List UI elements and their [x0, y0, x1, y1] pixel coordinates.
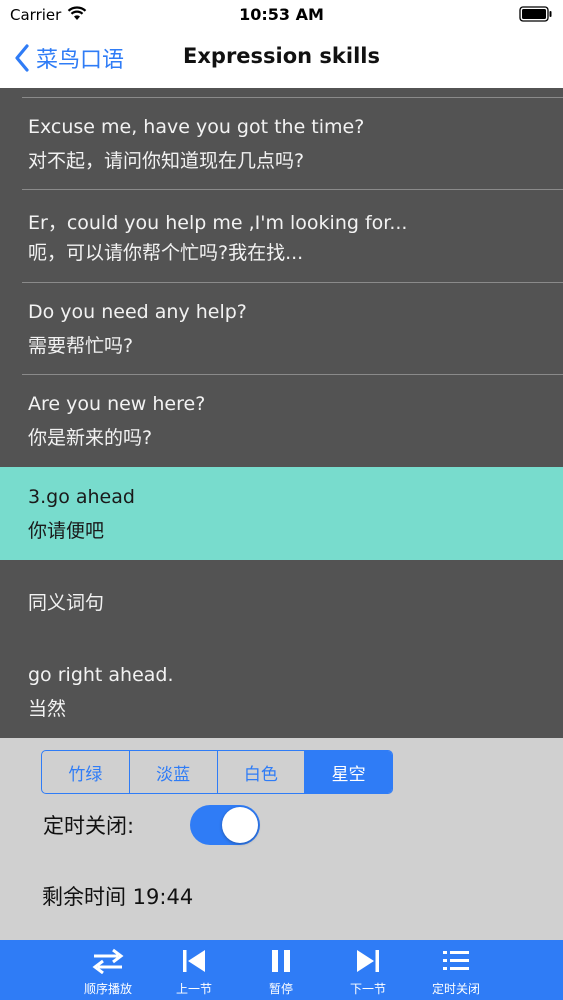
shuffle-order-icon	[92, 948, 124, 974]
order-play-button[interactable]: 顺序播放	[68, 940, 148, 1000]
pause-icon	[272, 950, 290, 972]
playback-toolbar: 顺序播放 上一节 暂停 下一节 定时关闭	[0, 940, 563, 1000]
skip-back-icon	[183, 950, 205, 972]
list-item[interactable]: 同义词句	[0, 560, 563, 634]
toggle-knob	[222, 807, 258, 843]
next-button[interactable]: 下一节	[328, 940, 408, 1000]
timer-off-label: 定时关闭	[431, 982, 480, 996]
timer-toggle[interactable]	[190, 805, 260, 845]
pause-label: 暂停	[268, 982, 293, 996]
page-title: Expression skills	[183, 44, 380, 68]
sentence-chinese: 你请便吧	[28, 520, 105, 542]
list-icon	[443, 951, 469, 970]
skip-forward-icon	[357, 950, 379, 972]
remaining-time: 剩余时间 19:44	[42, 885, 194, 909]
theme-option-starry-sky[interactable]: 星空	[305, 751, 392, 793]
sentence-chinese: 呃，可以请你帮个忙吗?我在找...	[28, 242, 304, 264]
sentence-chinese: 对不起，请问你知道现在几点吗?	[28, 150, 305, 172]
list-item[interactable]: go right ahead. 当然	[0, 634, 563, 738]
theme-option-light-blue[interactable]: 淡蓝	[130, 751, 218, 793]
theme-selector: 竹绿 淡蓝 白色 星空	[41, 750, 393, 794]
sentence-english: Do you need any help?	[28, 301, 247, 323]
previous-label: 上一节	[175, 982, 212, 996]
sentence-english: Er，could you help me ,I'm looking for...	[28, 212, 408, 234]
sentence-english: 同义词句	[28, 592, 105, 614]
previous-button[interactable]: 上一节	[154, 940, 234, 1000]
sentence-english: Excuse me, have you got the time?	[28, 116, 365, 138]
sentence-english: 3.go ahead	[28, 486, 135, 508]
timer-off-button[interactable]: 定时关闭	[416, 940, 496, 1000]
sentence-chinese: 需要帮忙吗?	[28, 335, 134, 357]
sentence-english: go right ahead.	[28, 664, 174, 686]
pause-button[interactable]: 暂停	[241, 940, 321, 1000]
sentence-chinese: 你是新来的吗?	[28, 427, 153, 449]
navigation-bar: 菜鸟口语 Expression skills	[0, 30, 563, 88]
list-item[interactable]: Er，could you help me ,I'm looking for...…	[0, 190, 563, 282]
battery-icon	[519, 6, 553, 26]
control-panel: 竹绿 淡蓝 白色 星空 定时关闭: 剩余时间 19:44	[0, 738, 563, 940]
order-play-label: 顺序播放	[83, 982, 132, 996]
list-item[interactable]: Are you new here? 你是新来的吗?	[0, 375, 563, 467]
status-time: 10:53 AM	[239, 5, 324, 24]
theme-option-bamboo-green[interactable]: 竹绿	[42, 751, 130, 793]
sentence-chinese: 当然	[28, 698, 67, 720]
sentence-list[interactable]: Excuse me, have you got the time? 对不起，请问…	[0, 88, 563, 738]
next-label: 下一节	[349, 982, 386, 996]
status-bar: Carrier 10:53 AM	[0, 0, 563, 30]
theme-option-white[interactable]: 白色	[218, 751, 306, 793]
timer-label: 定时关闭:	[43, 814, 135, 838]
list-item[interactable]: Do you need any help? 需要帮忙吗?	[0, 283, 563, 375]
sentence-english: Are you new here?	[28, 393, 206, 415]
list-item[interactable]: Excuse me, have you got the time? 对不起，请问…	[0, 98, 563, 190]
list-item-current[interactable]: 3.go ahead 你请便吧	[0, 467, 563, 560]
